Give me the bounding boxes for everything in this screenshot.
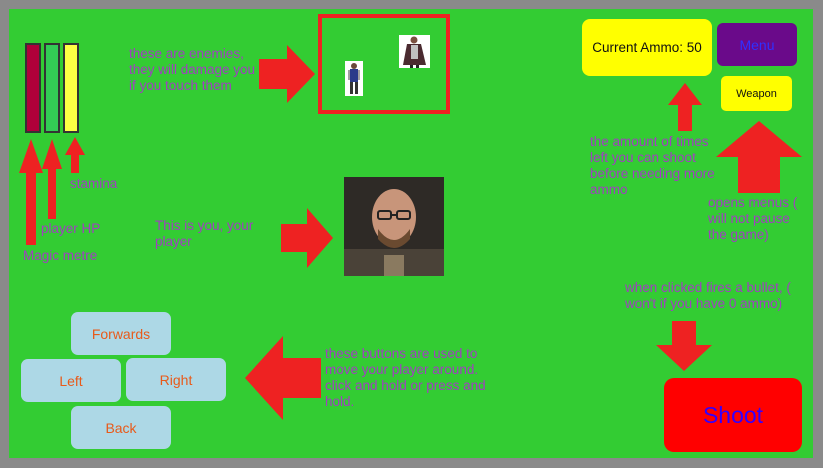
right-button[interactable]: Right — [126, 358, 226, 401]
stamina-note: stamina — [70, 176, 118, 191]
menu-button[interactable]: Menu — [717, 23, 797, 66]
magic-bar — [25, 43, 41, 133]
magic-note: Magic metre — [23, 248, 98, 263]
arrow-to-shoot-icon — [656, 321, 712, 371]
ammo-counter: Current Ammo: 50 — [582, 19, 712, 76]
game-stage: stamina player HP Magic metre these are … — [9, 9, 813, 458]
forwards-label: Forwards — [91, 325, 151, 342]
arrow-to-ammo-icon — [668, 83, 702, 131]
movement-note: these buttons are used to move your play… — [325, 346, 486, 409]
enemy-sprite-icon — [399, 35, 430, 68]
arrow-to-menus-icon — [716, 121, 802, 193]
arrow-to-dpad-icon — [245, 336, 321, 420]
left-label: Left — [59, 372, 83, 389]
ammo-label: Current Ammo: 50 — [592, 40, 702, 55]
menu-label: Menu — [739, 36, 775, 53]
arrow-to-hp-icon — [42, 139, 62, 219]
arrow-to-magic-icon — [19, 139, 43, 245]
back-button[interactable]: Back — [71, 406, 171, 449]
shoot-note: when clicked fires a bullet, ( won't if … — [625, 280, 791, 311]
right-label: Right — [159, 371, 193, 388]
player-hp-note: player HP — [41, 221, 101, 236]
arrow-to-player-icon — [281, 208, 333, 268]
left-button[interactable]: Left — [21, 359, 121, 402]
arrow-to-stamina-icon — [65, 137, 85, 173]
window-frame: stamina player HP Magic metre these are … — [0, 0, 823, 468]
weapon-button[interactable]: Weapon — [721, 76, 792, 111]
forwards-button[interactable]: Forwards — [71, 312, 171, 355]
stamina-bar — [63, 43, 79, 133]
player-portrait — [344, 177, 444, 276]
enemy-sprite-icon — [345, 61, 363, 96]
enemies-note: these are enemies, they will damage you … — [129, 46, 256, 93]
shoot-label: Shoot — [702, 401, 764, 428]
player-note: This is you, your player — [155, 218, 254, 249]
menus-note: opens menus ( will not pause the game) — [708, 195, 798, 242]
shoot-button[interactable]: Shoot — [664, 378, 802, 452]
weapon-label: Weapon — [736, 87, 777, 100]
arrow-to-enemies-icon — [259, 45, 315, 103]
ammo-note: the amount of times left you can shoot b… — [590, 134, 715, 197]
back-label: Back — [105, 419, 137, 436]
enemy-area — [318, 14, 450, 114]
hp-bar — [44, 43, 60, 133]
